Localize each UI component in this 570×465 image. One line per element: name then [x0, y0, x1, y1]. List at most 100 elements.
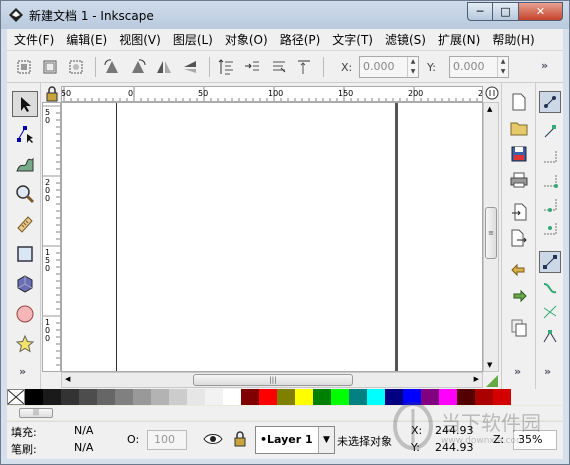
- color-swatch[interactable]: [25, 389, 43, 405]
- ellipse-tool-icon[interactable]: [12, 301, 38, 327]
- color-swatch[interactable]: [385, 389, 403, 405]
- snap-bbox-midpoints-icon[interactable]: [539, 193, 561, 215]
- scroll-up-arrow-icon[interactable]: ▲: [487, 105, 492, 113]
- color-swatch[interactable]: [205, 389, 223, 405]
- fill-value[interactable]: N/A: [74, 424, 93, 437]
- color-swatch[interactable]: [151, 389, 169, 405]
- scroll-left-arrow-icon[interactable]: ◀: [65, 375, 70, 383]
- color-swatch[interactable]: [367, 389, 385, 405]
- lower-to-bottom-icon[interactable]: [293, 56, 315, 78]
- color-swatch[interactable]: [277, 389, 295, 405]
- lower-icon[interactable]: [267, 56, 289, 78]
- color-swatch[interactable]: [187, 389, 205, 405]
- snap-enable-icon[interactable]: [539, 91, 561, 113]
- color-swatch[interactable]: [241, 389, 259, 405]
- spinner-arrows-icon[interactable]: ▲ ▼: [497, 57, 508, 77]
- scroll-right-arrow-icon[interactable]: ▶: [474, 375, 479, 383]
- select-all-layers-icon[interactable]: [39, 56, 61, 78]
- deselect-icon[interactable]: [65, 56, 87, 78]
- rotate-cw-icon[interactable]: [127, 56, 149, 78]
- redo-icon[interactable]: [508, 285, 530, 307]
- color-swatch[interactable]: [313, 389, 331, 405]
- drawing-canvas[interactable]: [61, 102, 483, 372]
- menu-layer[interactable]: 图层(L): [166, 31, 218, 48]
- horizontal-scrollbar[interactable]: ◀ ||| ▶: [61, 372, 483, 388]
- flip-vertical-icon[interactable]: [179, 56, 201, 78]
- color-swatch[interactable]: [349, 389, 367, 405]
- toolbox-overflow-chevron-icon[interactable]: »: [19, 365, 26, 378]
- color-swatch[interactable]: [133, 389, 151, 405]
- star-tool-icon[interactable]: [12, 331, 38, 357]
- menu-help[interactable]: 帮助(H): [485, 31, 539, 48]
- snap-bbox-centers-icon[interactable]: [539, 217, 561, 239]
- minimize-button[interactable]: ─: [467, 2, 493, 21]
- color-swatch[interactable]: [493, 389, 511, 405]
- snap-bbox-edges-icon[interactable]: [539, 145, 561, 167]
- menu-file[interactable]: 文件(F): [7, 31, 59, 48]
- eye-visibility-icon[interactable]: [203, 432, 223, 446]
- color-swatch[interactable]: [259, 389, 277, 405]
- open-folder-icon[interactable]: [508, 117, 530, 139]
- color-swatch[interactable]: [223, 389, 241, 405]
- current-layer-dropdown[interactable]: •Layer 1 ▼: [255, 426, 335, 454]
- flip-horizontal-icon[interactable]: [153, 56, 175, 78]
- commands-overflow-chevron-icon[interactable]: »: [514, 365, 521, 378]
- raise-icon[interactable]: [241, 56, 263, 78]
- menu-extensions[interactable]: 扩展(N): [431, 31, 485, 48]
- palette-scroll-thumb[interactable]: |||: [19, 408, 53, 418]
- color-swatch[interactable]: [115, 389, 133, 405]
- node-tool-icon[interactable]: [12, 121, 38, 147]
- color-swatch[interactable]: [475, 389, 493, 405]
- chevron-down-icon[interactable]: ▼: [318, 427, 334, 453]
- color-swatch[interactable]: [97, 389, 115, 405]
- rotate-ccw-icon[interactable]: [101, 56, 123, 78]
- raise-to-top-icon[interactable]: [215, 56, 237, 78]
- menu-edit[interactable]: 编辑(E): [59, 31, 112, 48]
- color-management-icon[interactable]: [484, 373, 500, 389]
- color-swatch[interactable]: [295, 389, 313, 405]
- zoom-tool-icon[interactable]: [12, 181, 38, 207]
- snap-bbox-corners-icon[interactable]: [539, 169, 561, 191]
- tweak-tool-icon[interactable]: [12, 151, 38, 177]
- export-icon[interactable]: [508, 227, 530, 249]
- scroll-down-arrow-icon[interactable]: ▼: [487, 361, 492, 369]
- maximize-button[interactable]: □: [493, 2, 519, 21]
- snap-nodes-icon[interactable]: [539, 251, 561, 273]
- opacity-field[interactable]: 100: [147, 430, 187, 450]
- new-document-icon[interactable]: [508, 91, 530, 113]
- y-coord-spinner[interactable]: 0.000 ▲ ▼: [449, 56, 509, 78]
- import-icon[interactable]: [508, 201, 530, 223]
- undo-icon[interactable]: [508, 259, 530, 281]
- menu-view[interactable]: 视图(V): [112, 31, 166, 48]
- zoom-corner-icon[interactable]: [484, 85, 500, 101]
- menu-text[interactable]: 文字(T): [325, 31, 378, 48]
- 3d-box-tool-icon[interactable]: [12, 271, 38, 297]
- color-swatch[interactable]: [439, 389, 457, 405]
- zoom-field[interactable]: 35%: [513, 430, 557, 450]
- snap-bbox-icon[interactable]: [539, 121, 561, 143]
- select-all-icon[interactable]: [13, 56, 35, 78]
- vertical-scroll-thumb[interactable]: ≡: [485, 207, 497, 259]
- menu-filters[interactable]: 滤镜(S): [378, 31, 431, 48]
- toolbar-overflow-chevron-icon[interactable]: »: [541, 59, 548, 72]
- horizontal-scroll-thumb[interactable]: |||: [193, 374, 353, 386]
- snap-cusp-nodes-icon[interactable]: [539, 325, 561, 347]
- color-swatch[interactable]: [43, 389, 61, 405]
- snap-paths-icon[interactable]: [539, 277, 561, 299]
- menu-path[interactable]: 路径(P): [273, 31, 326, 48]
- snap-path-intersections-icon[interactable]: [539, 301, 561, 323]
- color-swatch[interactable]: [457, 389, 475, 405]
- spinner-arrows-icon[interactable]: ▲ ▼: [407, 57, 418, 77]
- color-swatch[interactable]: [331, 389, 349, 405]
- selector-tool-icon[interactable]: [12, 91, 38, 117]
- stroke-value[interactable]: N/A: [74, 441, 93, 454]
- menu-object[interactable]: 对象(O): [218, 31, 273, 48]
- palette-scrollbar[interactable]: |||: [7, 406, 563, 420]
- print-icon[interactable]: [508, 169, 530, 191]
- x-coord-spinner[interactable]: 0.000 ▲ ▼: [359, 56, 419, 78]
- measure-tool-icon[interactable]: [12, 211, 38, 237]
- snap-overflow-chevron-icon[interactable]: »: [544, 365, 551, 378]
- guide-lock-icon[interactable]: [45, 86, 59, 102]
- rectangle-tool-icon[interactable]: [12, 241, 38, 267]
- layer-lock-icon[interactable]: [233, 430, 247, 448]
